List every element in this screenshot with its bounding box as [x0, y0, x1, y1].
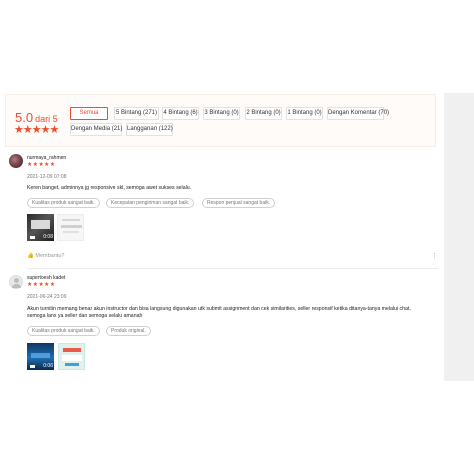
- video-camera-icon: [30, 236, 35, 239]
- filter-5-star[interactable]: 5 Bintang (271): [114, 107, 159, 120]
- product-reviews-page: 5.0 dari 5 ★★★★★ Semua 5 Bintang (271) 4 …: [0, 0, 474, 474]
- review-video-thumbnail[interactable]: 0:06: [27, 343, 54, 370]
- review-tag: Kecepatan pengiriman sangat baik.: [106, 198, 195, 208]
- review-item: nurmaya_rahmen ★★★★★ 2021-12-09 07:08 Ke…: [5, 150, 439, 268]
- divider: [27, 268, 438, 269]
- review-tag: Kualitas produk sangat baik.: [27, 198, 100, 208]
- review-date: 2021-06-24 23:09: [27, 294, 67, 300]
- review-tag: Produk original.: [106, 326, 151, 336]
- avatar[interactable]: [9, 275, 23, 289]
- review-tag: Respon penjual sangat baik.: [202, 198, 276, 208]
- more-options-icon[interactable]: ⋮: [431, 253, 438, 260]
- helpful-button[interactable]: 👍 Membantu?: [27, 253, 64, 259]
- review-text: Akun turnitin memang benar akun instruct…: [27, 306, 411, 312]
- video-duration: 0:06: [43, 363, 53, 369]
- review-item: supertoesh kadet ★★★★★ 2021-06-24 23:09 …: [5, 270, 439, 380]
- filter-3-star[interactable]: 3 Bintang (0): [203, 107, 240, 120]
- scrollbar[interactable]: [444, 93, 474, 381]
- review-stars-icon: ★★★★★: [27, 282, 56, 288]
- filter-2-star[interactable]: 2 Bintang (0): [245, 107, 282, 120]
- video-camera-icon: [30, 365, 35, 368]
- thumbs-up-icon: 👍: [27, 253, 34, 259]
- filter-1-star[interactable]: 1 Bintang (0): [286, 107, 323, 120]
- filter-with-media[interactable]: Dengan Media (21): [70, 123, 122, 136]
- review-stars-icon: ★★★★★: [27, 162, 56, 168]
- filter-with-comment[interactable]: Dengan Komentar (70): [327, 107, 389, 120]
- score-stars-icon: ★★★★★: [14, 124, 59, 136]
- review-date: 2021-12-09 07:08: [27, 174, 67, 180]
- helpful-label: Membantu?: [35, 253, 65, 259]
- review-text: Keren banget, adminnya jg responsive skl…: [27, 185, 192, 191]
- rating-overview: 5.0 dari 5 ★★★★★ Semua 5 Bintang (271) 4 …: [5, 94, 436, 147]
- avatar[interactable]: [9, 154, 23, 168]
- filter-subscription[interactable]: Langganan (122): [126, 123, 173, 136]
- filter-all[interactable]: Semua: [70, 107, 108, 120]
- review-image-thumbnail[interactable]: [58, 343, 85, 370]
- filter-4-star[interactable]: 4 Bintang (6): [162, 107, 199, 120]
- review-text-continued: semoga lanx ya seller dan semoga selalu …: [27, 313, 143, 319]
- review-video-thumbnail[interactable]: 0:08: [27, 214, 54, 241]
- video-duration: 0:08: [43, 234, 53, 240]
- review-image-thumbnail[interactable]: [57, 214, 84, 241]
- review-tag: Kualitas produk sangat baik.: [27, 326, 100, 336]
